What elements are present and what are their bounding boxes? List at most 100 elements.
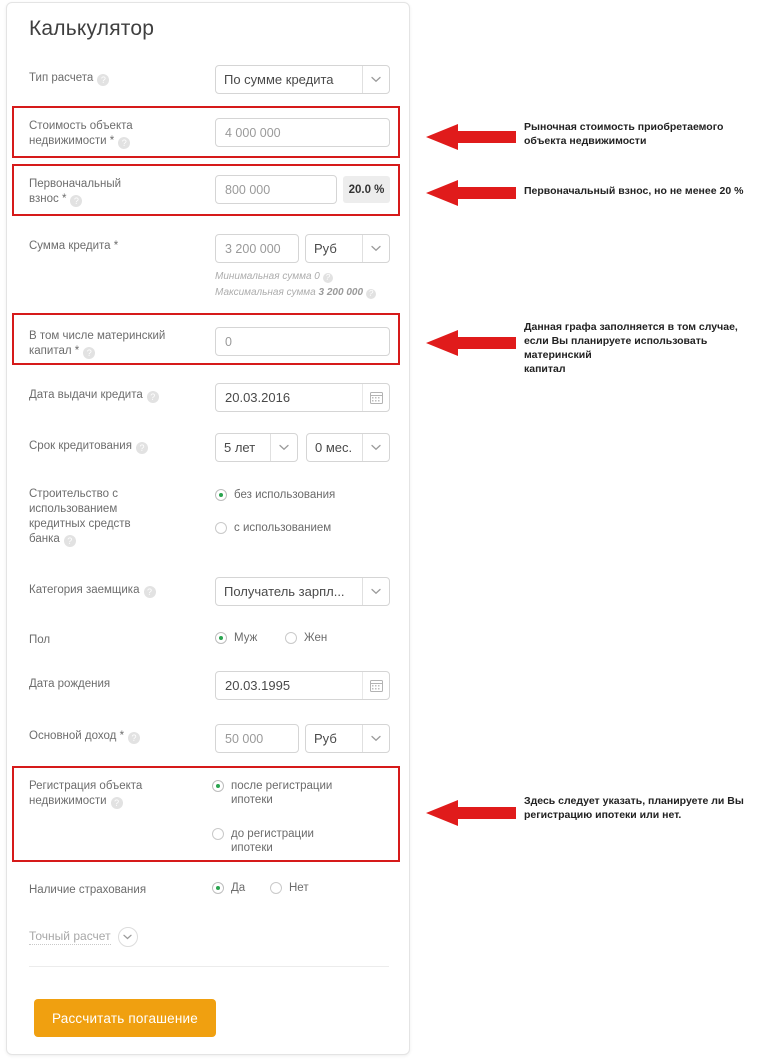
help-icon[interactable]: ? — [143, 586, 156, 598]
chevron-down-icon[interactable] — [362, 434, 389, 461]
chevron-down-icon[interactable] — [362, 725, 389, 752]
annotation-property-value-text: Рыночная стоимость приобретаемого объект… — [524, 121, 724, 147]
insurance-option-1-label: Нет — [289, 882, 309, 894]
chevron-down-icon[interactable] — [362, 235, 389, 262]
calendar-icon[interactable] — [362, 384, 389, 411]
help-icon[interactable]: ? — [128, 732, 141, 744]
gender-option-1[interactable]: Жен — [285, 631, 327, 645]
chevron-down-icon[interactable] — [117, 927, 138, 947]
radio-icon[interactable] — [215, 522, 227, 534]
calc-type-select[interactable]: По сумме кредита — [215, 65, 390, 94]
construction-label: Строительство с использованием кредитных… — [29, 487, 204, 547]
gender-option-0[interactable]: Муж — [215, 631, 257, 645]
radio-icon-selected[interactable] — [215, 632, 227, 644]
construction-option-0-label: без использования — [234, 489, 336, 501]
property-value-input[interactable] — [215, 118, 390, 147]
term-months-value: 0 мес. — [315, 440, 353, 455]
gender-option-0-label: Муж — [234, 632, 258, 644]
loan-min-hint-text: Минимальная сумма 0 — [215, 271, 320, 282]
maternity-capital-label: В том числе материнский капитал *? — [29, 329, 214, 359]
calculate-repayment-button[interactable]: Рассчитать погашение — [34, 999, 216, 1037]
registration-option-1-line2: ипотеки — [231, 842, 273, 854]
term-months-select[interactable]: 0 мес. — [306, 433, 390, 462]
arrow-left-icon — [426, 124, 516, 150]
construction-label-line2: использованием — [29, 503, 118, 515]
construction-option-1-label: с использованием — [234, 522, 332, 534]
radio-icon[interactable] — [270, 882, 282, 894]
radio-icon-selected[interactable] — [212, 780, 224, 792]
registration-option-1-label: до регистрации ипотеки — [231, 827, 314, 855]
help-icon[interactable]: ? — [322, 273, 333, 283]
insurance-option-0[interactable]: Да — [212, 881, 245, 895]
loan-max-hint: Максимальная сумма 3 200 000? — [215, 287, 377, 299]
arrow-left-icon — [426, 180, 516, 206]
help-icon[interactable]: ? — [83, 347, 96, 359]
insurance-option-1[interactable]: Нет — [270, 881, 309, 895]
loan-amount-input[interactable] — [215, 234, 299, 263]
down-payment-label: Первоначальный взнос *? — [29, 177, 204, 207]
help-icon[interactable]: ? — [97, 74, 110, 86]
issue-date-field[interactable]: 20.03.2016 — [215, 383, 390, 412]
term-years-value: 5 лет — [224, 440, 256, 455]
main-income-input[interactable] — [215, 724, 299, 753]
birth-date-value: 20.03.1995 — [225, 678, 291, 693]
radio-icon-selected[interactable] — [215, 489, 227, 501]
chevron-down-icon[interactable] — [270, 434, 297, 461]
insurance-label: Наличие страхования — [29, 884, 147, 896]
term-label: Срок кредитования? — [29, 439, 204, 454]
maternity-capital-label-line2: капитал * — [29, 345, 80, 357]
down-payment-input[interactable] — [215, 175, 337, 204]
maternity-capital-input[interactable] — [215, 327, 390, 356]
help-icon[interactable]: ? — [146, 391, 159, 403]
loan-max-hint-prefix: Максимальная сумма — [215, 287, 319, 298]
borrower-category-select[interactable]: Получатель зарпл... — [215, 577, 390, 606]
gender-option-1-label: Жен — [304, 632, 328, 644]
page-title: Калькулятор — [29, 17, 155, 40]
annotation-down-payment-text: Первоначальный взнос, но не менее 20 % — [524, 185, 744, 197]
maternity-capital-label-line1: В том числе материнский — [29, 330, 166, 342]
construction-option-0[interactable]: без использования — [215, 488, 335, 502]
loan-min-hint: Минимальная сумма 0? — [215, 271, 333, 283]
help-icon[interactable]: ? — [110, 797, 123, 809]
construction-option-1[interactable]: с использованием — [215, 521, 331, 535]
precise-calculation-label: Точный расчет — [29, 929, 111, 945]
insurance-option-0-label: Да — [231, 882, 246, 894]
divider — [29, 966, 389, 967]
help-icon[interactable]: ? — [118, 137, 131, 149]
term-years-select[interactable]: 5 лет — [215, 433, 298, 462]
help-icon[interactable]: ? — [70, 195, 83, 207]
help-icon[interactable]: ? — [366, 289, 377, 299]
birth-date-field[interactable]: 20.03.1995 — [215, 671, 390, 700]
help-icon[interactable]: ? — [135, 442, 148, 454]
precise-calculation-expander[interactable]: Точный расчет — [29, 927, 138, 947]
loan-amount-label: Сумма кредита * — [29, 240, 119, 252]
main-income-currency-select[interactable]: Руб — [305, 724, 390, 753]
registration-option-0-line2: ипотеки — [231, 794, 273, 806]
property-value-label-line1: Стоимость объекта — [29, 120, 133, 132]
registration-label-line1: Регистрация объекта — [29, 780, 143, 792]
radio-icon-selected[interactable] — [212, 882, 224, 894]
down-payment-label-line2: взнос * — [29, 193, 67, 205]
help-icon[interactable]: ? — [63, 535, 76, 547]
arrow-left-icon — [426, 800, 516, 826]
chevron-down-icon[interactable] — [362, 578, 389, 605]
loan-currency-value: Руб — [314, 241, 337, 256]
construction-label-line4: банка — [29, 533, 60, 545]
issue-date-label-text: Дата выдачи кредита — [29, 389, 143, 401]
calc-type-value: По сумме кредита — [224, 72, 334, 87]
radio-icon[interactable] — [285, 632, 297, 644]
registration-option-0-line1: после регистрации — [231, 780, 333, 792]
calendar-icon[interactable] — [362, 672, 389, 699]
registration-option-1-line1: до регистрации — [231, 828, 314, 840]
construction-label-line3: кредитных средств — [29, 518, 131, 530]
radio-icon[interactable] — [212, 828, 224, 840]
borrower-category-value: Получатель зарпл... — [224, 584, 345, 599]
registration-option-1[interactable]: до регистрации ипотеки — [212, 827, 314, 855]
loan-currency-select[interactable]: Руб — [305, 234, 390, 263]
down-payment-label-line1: Первоначальный — [29, 178, 122, 190]
chevron-down-icon[interactable] — [362, 66, 389, 93]
property-value-label-line2: недвижимости * — [29, 135, 115, 147]
term-label-text: Срок кредитования — [29, 440, 132, 452]
main-income-label-text: Основной доход * — [29, 730, 125, 742]
registration-option-0[interactable]: после регистрации ипотеки — [212, 779, 332, 807]
